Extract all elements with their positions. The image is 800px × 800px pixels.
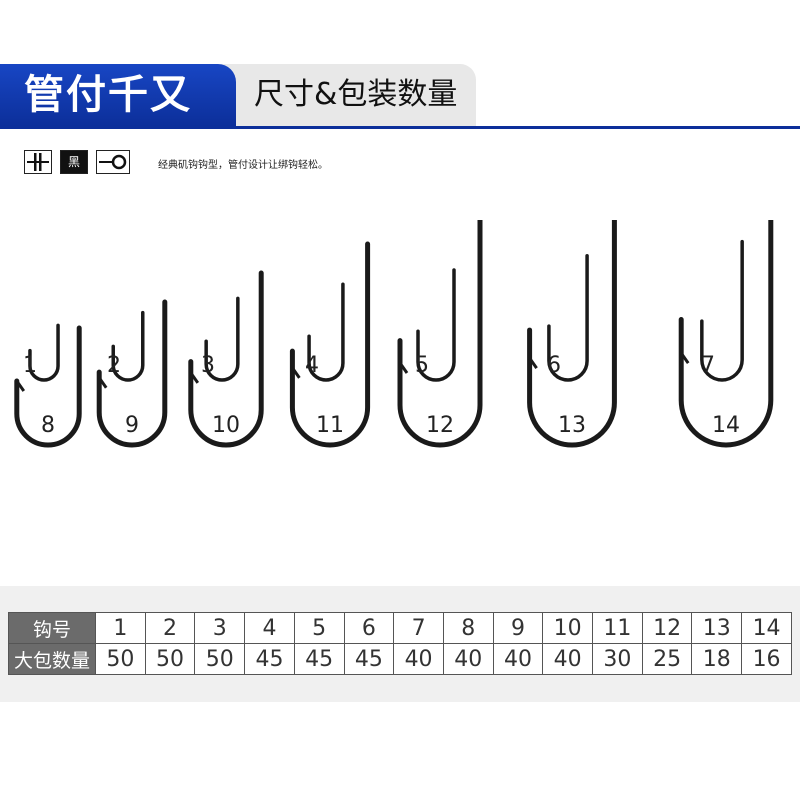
row-header-size: 钩号	[8, 612, 96, 644]
feature-icon-row: 黑	[24, 150, 130, 176]
page-title: 管付千又	[24, 72, 192, 118]
table-cell-size: 11	[592, 612, 643, 644]
large-hook-shape	[527, 220, 617, 448]
table-cell-size: 4	[244, 612, 295, 644]
hook-size-label-small: 2	[107, 353, 121, 378]
table-cell-quantity: 50	[95, 643, 146, 675]
row-header-quantity: 大包数量	[8, 643, 96, 675]
hook-size-label-large: 8	[41, 413, 55, 438]
table-cell-quantity: 40	[442, 643, 494, 675]
hook-size-label-small: 7	[701, 353, 715, 378]
table-cell-size: 1	[95, 612, 146, 644]
barbed-hook-icon	[24, 150, 52, 174]
table-cell-quantity: 16	[741, 643, 792, 675]
table-cell-quantity: 18	[691, 643, 743, 675]
hook-size-label-small: 1	[23, 353, 37, 378]
hook-size-label-large: 13	[558, 413, 586, 438]
table-cell-size: 9	[492, 612, 544, 644]
table-cell-size: 7	[393, 612, 444, 644]
large-hook-shape	[397, 220, 483, 448]
table-cell-size: 6	[343, 612, 395, 644]
hook-size-label-large: 12	[426, 413, 454, 438]
size-quantity-table: 钩号 1 2 3 4 5 6 7 8 9 10 11 12 13 14 大包数量 50 50 50 45 45 45…	[8, 612, 792, 675]
large-hook-shape	[678, 220, 774, 448]
table-cell-quantity: 45	[293, 643, 345, 675]
page-subtitle: 尺寸&包装数量	[254, 77, 458, 112]
hook-size-label-large: 11	[316, 413, 344, 438]
hook-size-label-small: 3	[201, 353, 215, 378]
table-cell-quantity: 50	[144, 643, 196, 675]
feature-description: 经典矶钩钩型，管付设计让绑钩轻松。	[158, 160, 328, 171]
header-divider	[0, 126, 800, 129]
hook-size-illustration: 1 8 2 9 3 10 4 11 5 12 6 13 7 14	[14, 220, 774, 448]
hook-size-label-small: 4	[305, 353, 319, 378]
hook-size-label-large: 14	[712, 413, 740, 438]
table-cell-quantity: 25	[641, 643, 693, 675]
black-color-icon: 黑	[60, 150, 88, 174]
table-cell-size: 8	[442, 612, 494, 644]
hook-size-label-large: 9	[125, 413, 139, 438]
table-cell-size: 5	[293, 612, 345, 644]
table-cell-quantity: 45	[244, 643, 295, 675]
table-row-sizes: 钩号 1 2 3 4 5 6 7 8 9 10 11 12 13 14	[8, 612, 792, 644]
table-cell-size: 13	[691, 612, 743, 644]
table-cell-quantity: 40	[492, 643, 544, 675]
table-cell-quantity: 40	[393, 643, 444, 675]
table-cell-size: 3	[194, 612, 246, 644]
hook-size-label-large: 10	[212, 413, 240, 438]
table-row-quantities: 大包数量 50 50 50 45 45 45 40 40 40 40 30 25 18 16	[8, 643, 792, 675]
table-cell-size: 2	[144, 612, 196, 644]
table-cell-size: 10	[542, 612, 594, 644]
table-cell-quantity: 30	[592, 643, 643, 675]
hook-size-label-small: 6	[547, 353, 561, 378]
table-cell-quantity: 50	[194, 643, 246, 675]
hook-size-label-small: 5	[415, 353, 429, 378]
table-cell-quantity: 40	[542, 643, 594, 675]
table-cell-size: 12	[641, 612, 693, 644]
table-cell-quantity: 45	[343, 643, 395, 675]
table-cell-size: 14	[741, 612, 792, 644]
ring-eye-icon	[96, 150, 130, 174]
